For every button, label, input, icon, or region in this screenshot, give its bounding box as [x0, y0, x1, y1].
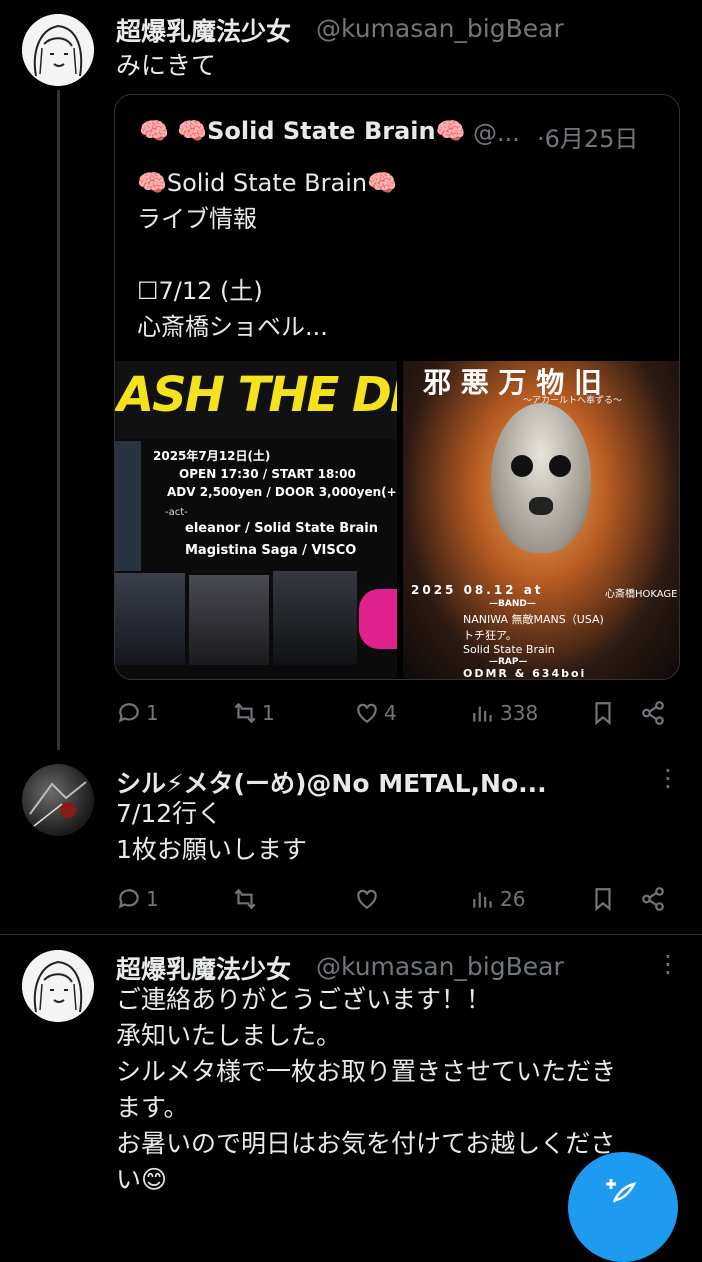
author-name[interactable]: シル⚡メタ(ーめ)@No METAL,No...	[116, 764, 547, 800]
reply-button[interactable]: 1	[116, 886, 159, 912]
quoted-date: ·6月25日	[537, 125, 639, 153]
poster-left-title: ASH THE DESI	[117, 367, 397, 423]
like-button[interactable]: 4	[354, 700, 397, 726]
views-button[interactable]: 26	[470, 886, 525, 912]
author-name[interactable]: 超爆乳魔法少女	[116, 950, 291, 986]
poster-left-photo-2	[189, 575, 269, 665]
avatar[interactable]	[22, 950, 94, 1022]
poster-left-acts-1: eleanor / Solid State Brain	[185, 521, 379, 536]
tweet-text: みにきて	[116, 51, 217, 80]
bookmark-icon	[595, 888, 611, 912]
event-poster-left[interactable]: ASH THE DESI 2025年7月12日(土) OPEN 17:30 / …	[115, 361, 397, 679]
reply-button[interactable]: 1	[116, 700, 159, 726]
poster-right-rap-1: ODMR & 634boi	[463, 667, 587, 679]
quoted-text: 🧠Solid State Brain🧠 ライブ情報 ☐7/12 (土) 心斎橋シ…	[137, 169, 397, 341]
reply-count: 1	[146, 887, 159, 911]
reply-icon	[118, 889, 139, 909]
tweet-text: 7/12行く 1枚お願いします	[116, 799, 307, 864]
repost-icon	[234, 702, 256, 724]
views-icon	[473, 892, 492, 908]
poster-left-date: 2025年7月12日(土)	[153, 449, 271, 463]
poster-right-band-3: Solid State Brain	[463, 643, 555, 656]
quoted-author-name: 🧠 🧠Solid State Brain🧠	[139, 117, 466, 145]
compose-button[interactable]	[568, 1152, 678, 1262]
share-button[interactable]	[640, 886, 666, 912]
heart-icon	[357, 703, 377, 723]
skull-mouth	[529, 497, 553, 515]
thread-line	[57, 90, 60, 750]
tweet-text: ご連絡ありがとうございます！！ 承知いたしました。 シルメタ様で一枚お取り置きさ…	[116, 985, 617, 1194]
bookmark-button[interactable]	[590, 886, 616, 912]
share-icon	[642, 887, 664, 911]
bookmark-button[interactable]	[590, 700, 616, 726]
repost-icon	[234, 888, 256, 910]
author-handle[interactable]: @kumasan_bigBear	[316, 14, 564, 43]
more-options-icon[interactable]: ⋮	[656, 764, 680, 792]
skull-eye-left	[511, 455, 533, 477]
poster-left-figure	[115, 441, 141, 571]
poster-right-band-label: —BAND—	[489, 599, 536, 609]
poster-left-photo-3	[273, 571, 357, 665]
reply-count: 1	[146, 701, 159, 725]
poster-right-date: 2025 08.12 at	[411, 583, 544, 597]
author-name[interactable]: 超爆乳魔法少女	[116, 12, 291, 48]
share-icon	[642, 701, 664, 725]
poster-right-venue: 心斎橋HOKAGE	[605, 589, 678, 600]
event-poster-right[interactable]: 邪 悪 万 物 旧 〜アカールトへ奉ずる〜 2025 08.12 at 心斎橋H…	[403, 361, 679, 679]
like-button[interactable]	[354, 886, 384, 912]
skull-eye-right	[549, 455, 571, 477]
avatar[interactable]	[22, 14, 94, 86]
poster-left-acts-2: Magistina Saga / VISCO	[185, 543, 357, 558]
like-count: 4	[384, 701, 397, 725]
poster-right-band-2: トチ狂ア。	[463, 629, 517, 642]
bookmark-icon	[595, 702, 611, 726]
poster-right-rap-label: —RAP—	[489, 657, 528, 667]
repost-button[interactable]	[232, 886, 262, 912]
reply-icon	[118, 703, 139, 723]
poster-right-band-1: NANIWA 無敵MANS（USA)	[463, 613, 604, 626]
views-icon	[473, 706, 492, 722]
poster-left-price: ADV 2,500yen / DOOR 3,000yen(+1D	[167, 485, 397, 499]
quoted-tweet-card[interactable]: 🧠 🧠Solid State Brain🧠 @... ·6月25日 🧠Solid…	[114, 94, 680, 680]
views-count: 338	[500, 701, 539, 725]
poster-left-act-label: -act-	[165, 507, 188, 518]
quoted-author-handle: @...	[473, 119, 520, 147]
repost-count: 1	[262, 701, 275, 725]
heart-icon	[357, 889, 377, 909]
poster-left-open: OPEN 17:30 / START 18:00	[179, 467, 356, 481]
repost-button[interactable]: 1	[232, 700, 275, 726]
avatar[interactable]	[22, 764, 94, 836]
poster-left-pink-logo	[359, 589, 397, 649]
compose-icon	[606, 1179, 637, 1203]
poster-right-skull	[491, 403, 591, 553]
views-button[interactable]: 338	[470, 700, 538, 726]
share-button[interactable]	[640, 700, 666, 726]
poster-left-photo-1	[115, 573, 185, 665]
views-count: 26	[500, 887, 526, 911]
more-options-icon[interactable]: ⋮	[656, 950, 680, 978]
divider	[0, 934, 702, 935]
author-handle[interactable]: @kumasan_bigBear	[316, 952, 564, 981]
